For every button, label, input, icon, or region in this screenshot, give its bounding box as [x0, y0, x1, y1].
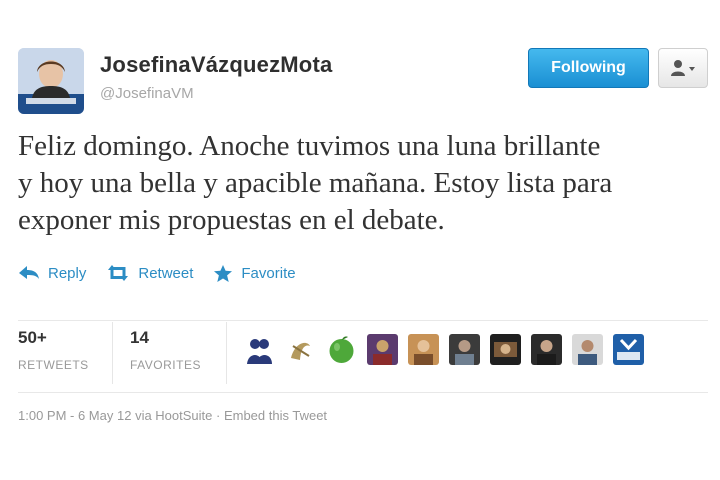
favoriter-avatar[interactable]	[613, 334, 644, 365]
retweets-label: RETWEETS	[18, 358, 89, 372]
retweet-button[interactable]: Retweet	[106, 264, 193, 282]
client-link[interactable]: HootSuite	[155, 408, 212, 423]
retweets-stat[interactable]: 50+ RETWEETS	[18, 328, 89, 372]
following-button-label: Following	[551, 59, 626, 76]
avatar-photo-icon	[449, 334, 480, 365]
star-icon	[214, 264, 233, 282]
tweet-card: JosefinaVázquezMota @JosefinaVM Followin…	[0, 0, 720, 480]
favoriter-avatar[interactable]	[572, 334, 603, 365]
divider	[18, 392, 708, 393]
favorites-label: FAVORITES	[130, 358, 201, 372]
divider	[18, 320, 708, 321]
tweet-text-line: Feliz domingo. Anoche tuvimos una luna b…	[18, 130, 601, 162]
avatar-logo-icon	[613, 334, 644, 365]
avatar-couple-icon	[244, 334, 275, 365]
avatar-photo-icon	[408, 334, 439, 365]
favorite-label: Favorite	[241, 264, 296, 282]
footer-separator: ·	[212, 408, 224, 423]
favorites-stat[interactable]: 14 FAVORITES	[130, 328, 201, 372]
retweets-count: 50+	[18, 328, 47, 347]
user-names: JosefinaVázquezMota @JosefinaVM	[100, 52, 332, 102]
avatar-photo-icon	[490, 334, 521, 365]
stats-separator	[226, 322, 227, 384]
favoriter-avatar[interactable]	[326, 334, 357, 365]
tweet-timestamp-link[interactable]: 1:00 PM - 6 May 12	[18, 408, 131, 423]
via-prefix: via	[131, 408, 156, 423]
tweet-text-line: y hoy una bella y apacible mañana. Estoy…	[18, 167, 613, 199]
user-screen-name[interactable]: @JosefinaVM	[100, 85, 332, 102]
favoriter-avatar[interactable]	[367, 334, 398, 365]
user-actions-dropdown-button[interactable]	[658, 48, 708, 88]
following-button[interactable]: Following	[528, 48, 649, 88]
reply-arrow-icon	[19, 266, 39, 279]
favoriter-avatars	[244, 334, 654, 365]
tweet-text-line: exponer mis propuestas en el debate.	[18, 204, 445, 236]
tweet-footer: 1:00 PM - 6 May 12 via HootSuite · Embed…	[18, 408, 327, 423]
favoriter-avatar[interactable]	[244, 334, 275, 365]
avatar-photo-icon	[18, 48, 84, 114]
favoriter-avatar[interactable]	[490, 334, 521, 365]
reply-label: Reply	[48, 264, 87, 282]
avatar-apple-icon	[326, 334, 357, 365]
reply-button[interactable]: Reply	[18, 265, 86, 282]
favoriter-avatar[interactable]	[531, 334, 562, 365]
stats-separator	[112, 322, 113, 384]
embed-tweet-link[interactable]: Embed this Tweet	[224, 408, 327, 423]
favorites-count: 14	[130, 328, 149, 347]
tweet-header: JosefinaVázquezMota @JosefinaVM Followin…	[18, 48, 708, 118]
favoriter-avatar[interactable]	[285, 334, 316, 365]
favoriter-avatar[interactable]	[449, 334, 480, 365]
avatar-photo-icon	[531, 334, 562, 365]
tweet-stats: 50+ RETWEETS 14 FAVORITES	[18, 322, 708, 384]
tweet-text: Feliz domingo. Anoche tuvimos una luna b…	[18, 128, 708, 239]
tweet-actions: Reply Retweet Favorite	[18, 260, 316, 286]
favoriter-avatar[interactable]	[408, 334, 439, 365]
avatar-photo-icon	[572, 334, 603, 365]
avatar-photo-icon	[367, 334, 398, 365]
avatar-drawing-icon	[285, 334, 316, 365]
retweet-icon	[108, 265, 129, 281]
retweet-label: Retweet	[138, 264, 194, 282]
favorite-button[interactable]: Favorite	[213, 264, 296, 283]
user-full-name[interactable]: JosefinaVázquezMota	[100, 52, 332, 78]
person-dropdown-icon	[671, 60, 695, 76]
avatar[interactable]	[18, 48, 84, 114]
